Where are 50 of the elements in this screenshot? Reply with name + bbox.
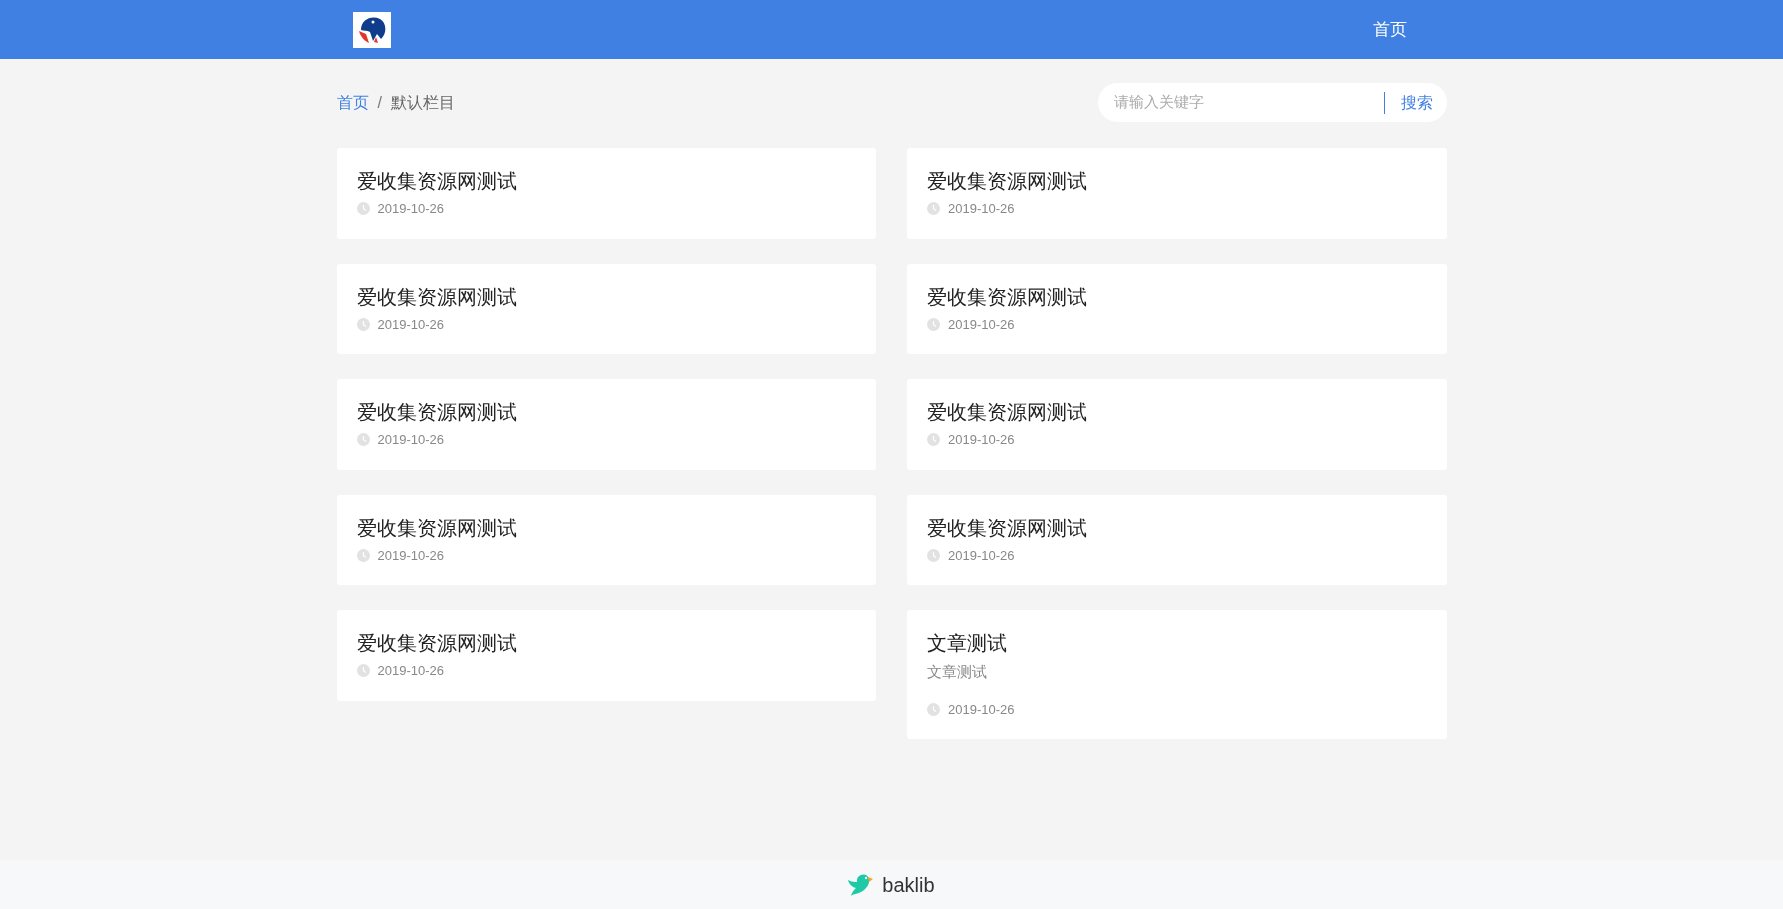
logo-icon[interactable] — [352, 11, 391, 48]
article-title: 文章测试 — [927, 631, 1008, 656]
clock-icon — [927, 433, 940, 447]
brand-name: baklib — [882, 872, 935, 898]
article-date: 2019-10-26 — [377, 200, 444, 218]
breadcrumb-separator: / — [377, 92, 382, 113]
clock-icon — [356, 433, 370, 447]
clock-icon — [927, 702, 940, 716]
article-title: 爱收集资源网测试 — [927, 169, 1088, 194]
article-card[interactable]: 爱收集资源网测试 2019-10-26 — [907, 379, 1447, 470]
article-card[interactable]: 爱收集资源网测试 2019-10-26 — [907, 263, 1447, 354]
search-field[interactable]: 请输入关键字 搜索 — [1097, 83, 1447, 122]
article-card[interactable]: 爱收集资源网测试 2019-10-26 — [336, 148, 876, 239]
clock-icon — [927, 317, 940, 331]
article-date: 2019-10-26 — [948, 200, 1015, 218]
article-title: 爱收集资源网测试 — [356, 631, 518, 656]
clock-icon — [927, 202, 940, 216]
breadcrumb-link[interactable]: 首页 — [336, 90, 369, 115]
article-card[interactable]: 爱收集资源网测试 2019-10-26 — [336, 263, 876, 354]
clock-icon — [356, 317, 370, 331]
article-title: 爱收集资源网测试 — [927, 284, 1088, 310]
article-date: 2019-10-26 — [948, 431, 1015, 449]
article-date: 2019-10-26 — [377, 315, 444, 334]
article-card[interactable]: 爱收集资源网测试 2019-10-26 — [907, 494, 1447, 585]
article-title: 爱收集资源网测试 — [356, 169, 518, 194]
clock-icon — [927, 548, 940, 562]
article-card[interactable]: 爱收集资源网测试 2019-10-26 — [907, 148, 1447, 239]
article-card[interactable]: 爱收集资源网测试 2019-10-26 — [336, 379, 876, 470]
article-date: 2019-10-26 — [948, 546, 1015, 565]
breadcrumb-current: 默认栏目 — [390, 92, 455, 113]
article-title: 爱收集资源网测试 — [356, 400, 518, 425]
article-card[interactable]: 文章测试 文章测试 2019-10-26 — [907, 610, 1447, 739]
clock-icon — [356, 202, 370, 216]
article-card[interactable]: 爱收集资源网测试 2019-10-26 — [336, 494, 876, 585]
article-date: 2019-10-26 — [377, 431, 444, 449]
article-title: 爱收集资源网测试 — [356, 515, 518, 541]
clock-icon — [356, 664, 370, 678]
bird-logo-icon — [848, 872, 875, 897]
search-button[interactable]: 搜索 — [1400, 90, 1433, 115]
article-summary: 文章测试 — [927, 662, 988, 682]
article-date: 2019-10-26 — [377, 546, 444, 565]
nav-link[interactable]: 首页 — [1348, 12, 1431, 47]
article-title: 爱收集资源网测试 — [927, 400, 1088, 425]
article-title: 爱收集资源网测试 — [927, 515, 1088, 541]
article-card[interactable]: 爱收集资源网测试 2019-10-26 — [336, 610, 876, 701]
article-date: 2019-10-26 — [948, 315, 1015, 334]
article-date: 2019-10-26 — [948, 700, 1015, 719]
article-title: 爱收集资源网测试 — [356, 284, 518, 310]
clock-icon — [356, 548, 370, 562]
article-date: 2019-10-26 — [377, 662, 444, 680]
